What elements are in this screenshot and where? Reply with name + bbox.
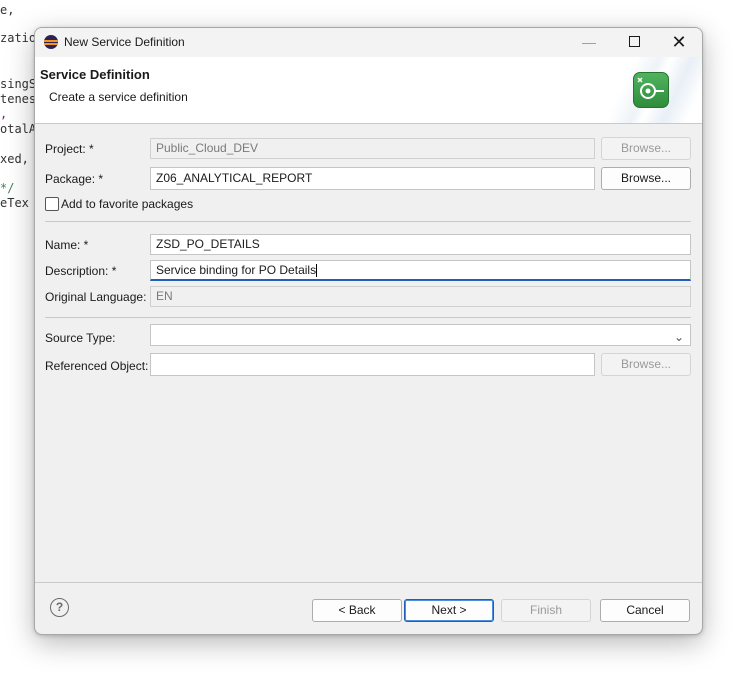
favorite-label[interactable]: Add to favorite packages [61,197,193,211]
close-button[interactable]: ✕ [656,28,702,57]
package-label: Package: * [45,172,104,186]
text-caret [316,264,318,278]
back-button[interactable]: < Back [312,599,402,622]
cancel-button[interactable]: Cancel [600,599,690,622]
description-value: Service binding for PO Details [156,263,317,277]
maximize-button[interactable] [611,28,657,57]
code-line: singS [0,77,37,91]
name-label: Name: * [45,238,89,252]
name-input[interactable]: ZSD_PO_DETAILS [150,234,691,255]
project-field: Public_Cloud_DEV [150,138,595,159]
description-input[interactable]: Service binding for PO Details [150,260,691,281]
next-button[interactable]: Next > [404,599,494,622]
code-line: , [0,107,8,121]
project-label: Project: * [45,142,94,156]
code-line: otalA [0,122,37,136]
package-browse-button[interactable]: Browse... [601,167,691,190]
page-title: Service Definition [40,67,150,82]
maximize-icon [628,36,640,48]
source-type-select[interactable]: ⌄ [150,324,691,346]
code-line: xed, [0,152,29,166]
package-input[interactable]: Z06_ANALYTICAL_REPORT [150,167,595,190]
eclipse-icon [44,35,58,49]
code-line: zatio [0,31,37,45]
referenced-object-browse-button: Browse... [601,353,691,376]
wizard-header: Service Definition Create a service defi… [35,57,702,124]
separator [45,221,691,222]
help-icon[interactable]: ? [50,598,69,617]
new-service-definition-dialog: New Service Definition — ✕ Service Defin… [34,27,703,635]
footer-separator [35,582,702,583]
code-line: tenes [0,92,37,106]
original-language-field: EN [150,286,691,307]
code-line: e, [0,3,15,17]
minimize-button[interactable]: — [566,28,612,57]
title-bar[interactable]: New Service Definition — ✕ [35,28,702,57]
window-title: New Service Definition [64,35,185,49]
description-label: Description: * [45,264,117,278]
source-type-label: Source Type: [45,331,116,345]
code-line: */ [0,181,15,195]
page-subtitle: Create a service definition [49,90,188,104]
service-definition-icon [633,72,669,108]
referenced-object-label: Referenced Object: [45,359,149,373]
separator [45,317,691,318]
finish-button: Finish [501,599,591,622]
favorite-checkbox[interactable] [45,197,59,211]
referenced-object-input[interactable] [150,353,595,376]
project-browse-button: Browse... [601,137,691,160]
chevron-down-icon: ⌄ [673,330,684,344]
original-language-label: Original Language: [45,290,147,304]
code-line: eTex [0,196,29,210]
